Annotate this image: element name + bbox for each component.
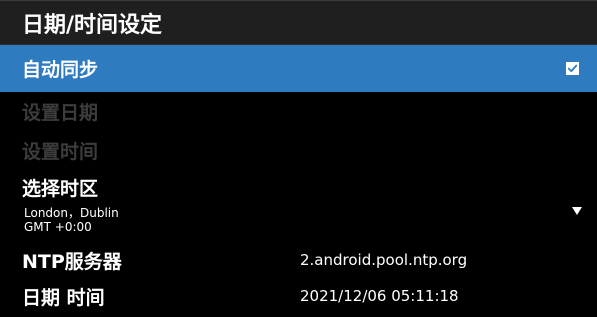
set-time-label: 设置时间: [22, 140, 99, 163]
set-date-label: 设置日期: [22, 101, 99, 124]
timezone-value: London，Dublin GMT +0:00: [24, 206, 119, 234]
settings-header: 日期/时间设定: [0, 1, 597, 45]
set-date-row: 设置日期: [0, 92, 597, 130]
date-time-label: 日期 时间: [22, 286, 105, 309]
timezone-offset: GMT +0:00: [24, 220, 92, 234]
timezone-label: 选择时区: [22, 178, 99, 200]
timezone-row[interactable]: 选择时区 London，Dublin GMT +0:00: [0, 170, 597, 242]
ntp-server-row[interactable]: NTP服务器 2.android.pool.ntp.org: [0, 242, 597, 278]
ntp-server-value: 2.android.pool.ntp.org: [300, 251, 468, 269]
date-time-settings-panel: 日期/时间设定 自动同步 设置日期 设置时间 选择时区 London，Dubli…: [0, 0, 597, 317]
auto-sync-row[interactable]: 自动同步: [0, 45, 597, 92]
date-time-value: 2021/12/06 05:11:18: [300, 287, 459, 305]
ntp-server-label: NTP服务器: [22, 250, 122, 273]
timezone-city: London，Dublin: [24, 206, 119, 220]
page-title: 日期/时间设定: [22, 12, 163, 38]
set-time-row: 设置时间: [0, 130, 597, 170]
chevron-down-icon[interactable]: [572, 207, 582, 215]
auto-sync-label: 自动同步: [22, 59, 99, 81]
checkmark-icon: [567, 64, 578, 72]
date-time-row: 日期 时间 2021/12/06 05:11:18: [0, 278, 597, 314]
auto-sync-checkbox[interactable]: [566, 61, 579, 75]
